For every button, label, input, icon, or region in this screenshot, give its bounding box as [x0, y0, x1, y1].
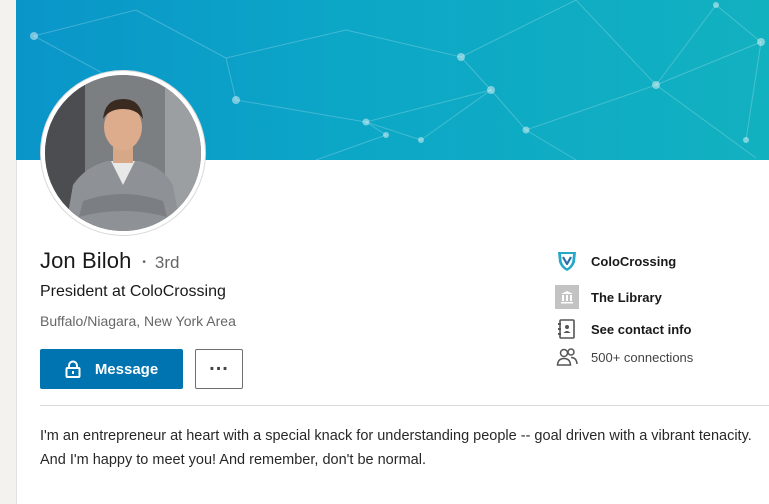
message-button-label: Message	[94, 360, 159, 378]
profile-headline: President at ColoCrossing	[40, 283, 226, 300]
more-actions-label: ...	[209, 352, 229, 375]
name-row: Jon Biloh • 3rd	[40, 248, 180, 274]
section-divider	[40, 405, 769, 406]
connections-icon	[555, 345, 579, 369]
profile-name: Jon Biloh	[40, 248, 132, 273]
sidebar-item-school[interactable]: The Library	[555, 285, 662, 309]
profile-summary: I'm an entrepreneur at heart with a spec…	[40, 428, 752, 468]
colocrossing-logo-icon	[555, 249, 579, 273]
more-actions-button[interactable]: ...	[195, 349, 243, 389]
page-gutter	[0, 0, 16, 504]
sidebar-item-connections[interactable]: 500+ connections	[555, 345, 693, 369]
message-button[interactable]: Message	[40, 349, 183, 389]
degree-separator: •	[142, 257, 146, 268]
contact-info-link: See contact info	[591, 321, 692, 337]
sidebar-item-contact-info[interactable]: See contact info	[555, 317, 691, 341]
sidebar-item-company[interactable]: ColoCrossing	[555, 249, 676, 273]
school-icon	[555, 285, 579, 309]
connections-count: 500+ connections	[591, 349, 694, 365]
profile-photo[interactable]	[41, 71, 205, 235]
lock-icon	[65, 360, 81, 378]
school-label: The Library	[591, 289, 662, 305]
avatar-image	[45, 75, 201, 231]
profile-location: Buffalo/Niagara, New York Area	[40, 313, 236, 329]
contact-card-icon	[555, 317, 579, 341]
company-label: ColoCrossing	[591, 253, 677, 269]
connection-degree: 3rd	[154, 253, 180, 272]
